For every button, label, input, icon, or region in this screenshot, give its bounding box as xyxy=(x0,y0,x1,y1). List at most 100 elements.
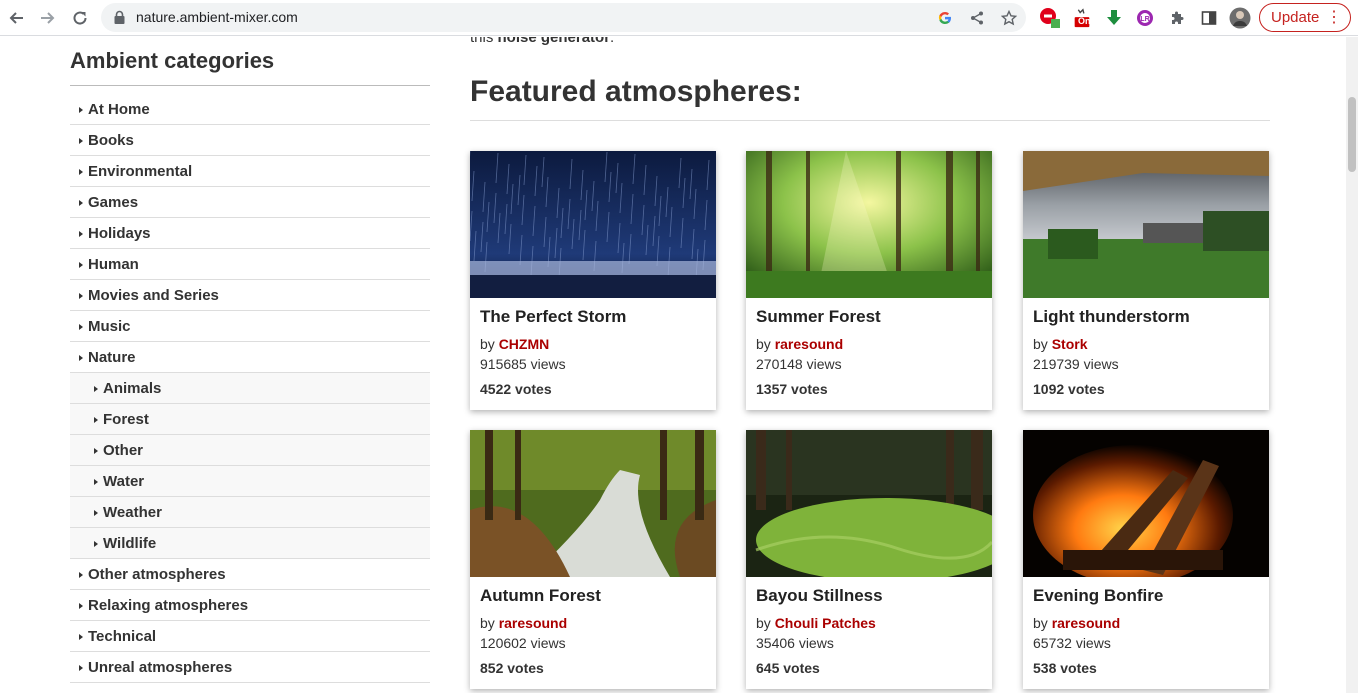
category-item[interactable]: Holidays xyxy=(70,218,430,249)
atmosphere-card[interactable]: Autumn Forest by raresound 120602 views 852… xyxy=(470,430,716,689)
category-item[interactable]: Weather xyxy=(70,497,430,528)
lr-extension-icon[interactable]: LR xyxy=(1134,7,1156,29)
category-label: Holidays xyxy=(88,224,151,242)
atmosphere-card[interactable]: Bayou Stillness by Chouli Patches 35406 vi… xyxy=(746,430,992,689)
category-item[interactable]: At Home xyxy=(70,94,430,125)
vote-count: 852 votes xyxy=(480,660,544,676)
back-button[interactable] xyxy=(4,6,28,30)
atmosphere-title[interactable]: The Perfect Storm xyxy=(480,307,626,327)
category-item[interactable]: Forest xyxy=(70,404,430,435)
author-link[interactable]: CHZMN xyxy=(499,336,550,352)
adblock-extension-icon[interactable] xyxy=(1039,7,1061,29)
vote-count: 4522 votes xyxy=(480,381,552,397)
featured-title: Featured atmospheres: xyxy=(470,75,802,108)
divider xyxy=(470,120,1270,121)
caret-right-icon xyxy=(79,138,83,144)
toggle-extension-icon[interactable]: On xyxy=(1071,7,1093,29)
atmosphere-card[interactable]: Light thunderstorm by Stork 219739 views 10… xyxy=(1023,151,1269,410)
category-item[interactable]: Unreal atmospheres xyxy=(70,652,430,683)
view-count: 65732 views xyxy=(1033,635,1111,651)
category-item[interactable]: Movies and Series xyxy=(70,280,430,311)
address-bar[interactable]: nature.ambient-mixer.com xyxy=(101,3,1026,32)
view-count: 219739 views xyxy=(1033,356,1119,372)
view-count: 120602 views xyxy=(480,635,566,651)
atmosphere-card[interactable]: Evening Bonfire by raresound 65732 views 53… xyxy=(1023,430,1269,689)
intro-text: this noise generator. xyxy=(470,37,614,46)
author-link[interactable]: Chouli Patches xyxy=(775,615,876,631)
category-item[interactable]: Technical xyxy=(70,621,430,652)
category-label: Animals xyxy=(103,379,162,397)
category-item[interactable]: Music xyxy=(70,311,430,342)
author-line: by Chouli Patches xyxy=(756,615,876,631)
category-item[interactable]: Human xyxy=(70,249,430,280)
scrollbar-thumb[interactable] xyxy=(1348,97,1356,172)
author-link[interactable]: raresound xyxy=(1052,615,1120,631)
category-label: Other atmospheres xyxy=(88,565,226,583)
category-item[interactable]: Other xyxy=(70,435,430,466)
category-item[interactable]: Nature xyxy=(70,342,430,373)
scrollbar[interactable] xyxy=(1346,37,1358,693)
caret-right-icon xyxy=(94,479,98,485)
atmosphere-card[interactable]: Summer Forest by raresound 270148 views 135… xyxy=(746,151,992,410)
view-count: 270148 views xyxy=(756,356,842,372)
category-label: Unreal atmospheres xyxy=(88,658,233,676)
forward-button[interactable] xyxy=(36,6,60,30)
atmosphere-thumbnail[interactable] xyxy=(1023,151,1269,298)
sidebar-title: Ambient categories xyxy=(70,37,430,86)
noise-generator-link[interactable]: noise generator xyxy=(498,37,611,46)
author-line: by CHZMN xyxy=(480,336,550,352)
update-button[interactable]: Update ⋮ xyxy=(1259,3,1351,32)
page-content: Ambient categories At Home Books Environme… xyxy=(0,37,1346,693)
author-link[interactable]: raresound xyxy=(775,336,843,352)
google-icon[interactable] xyxy=(935,8,955,28)
author-line: by raresound xyxy=(480,615,568,631)
caret-right-icon xyxy=(79,107,83,113)
atmosphere-thumbnail[interactable] xyxy=(1023,430,1269,577)
lock-icon xyxy=(114,10,125,24)
caret-right-icon xyxy=(79,665,83,671)
caret-right-icon xyxy=(94,417,98,423)
category-label: Nature xyxy=(88,348,136,366)
side-panel-icon[interactable] xyxy=(1198,7,1220,29)
reload-button[interactable] xyxy=(68,6,92,30)
category-label: Technical xyxy=(88,627,157,645)
category-item[interactable]: Animals xyxy=(70,373,430,404)
vote-count: 645 votes xyxy=(756,660,820,676)
download-extension-icon[interactable] xyxy=(1103,7,1125,29)
atmosphere-title[interactable]: Bayou Stillness xyxy=(756,586,883,606)
category-item[interactable]: Water xyxy=(70,466,430,497)
atmosphere-title[interactable]: Evening Bonfire xyxy=(1033,586,1163,606)
category-item[interactable]: Environmental xyxy=(70,156,430,187)
category-item[interactable]: Wildlife xyxy=(70,528,430,559)
atmosphere-title[interactable]: Light thunderstorm xyxy=(1033,307,1190,327)
bookmark-star-icon[interactable] xyxy=(999,8,1019,28)
category-item[interactable]: Relaxing atmospheres xyxy=(70,590,430,621)
extensions-puzzle-icon[interactable] xyxy=(1166,7,1188,29)
category-label: Water xyxy=(103,472,145,490)
caret-right-icon xyxy=(79,324,83,330)
caret-right-icon xyxy=(94,541,98,547)
atmosphere-card[interactable]: The Perfect Storm by CHZMN 915685 views 452… xyxy=(470,151,716,410)
profile-avatar-icon[interactable] xyxy=(1229,7,1251,29)
category-label: Environmental xyxy=(88,162,193,180)
author-link[interactable]: Stork xyxy=(1052,336,1088,352)
category-item[interactable]: Games xyxy=(70,187,430,218)
caret-right-icon xyxy=(79,293,83,299)
atmosphere-thumbnail[interactable] xyxy=(746,151,992,298)
atmosphere-title[interactable]: Summer Forest xyxy=(756,307,881,327)
category-item[interactable]: Books xyxy=(70,125,430,156)
category-label: Relaxing atmospheres xyxy=(88,596,249,614)
share-icon[interactable] xyxy=(967,8,987,28)
author-link[interactable]: raresound xyxy=(499,615,567,631)
caret-right-icon xyxy=(79,572,83,578)
author-line: by raresound xyxy=(756,336,844,352)
category-label: Music xyxy=(88,317,131,335)
url-text: nature.ambient-mixer.com xyxy=(136,9,298,25)
category-label: Forest xyxy=(103,410,149,428)
atmosphere-thumbnail[interactable] xyxy=(470,430,716,577)
category-label: Human xyxy=(88,255,139,273)
atmosphere-thumbnail[interactable] xyxy=(470,151,716,298)
atmosphere-title[interactable]: Autumn Forest xyxy=(480,586,601,606)
category-item[interactable]: Other atmospheres xyxy=(70,559,430,590)
atmosphere-thumbnail[interactable] xyxy=(746,430,992,577)
